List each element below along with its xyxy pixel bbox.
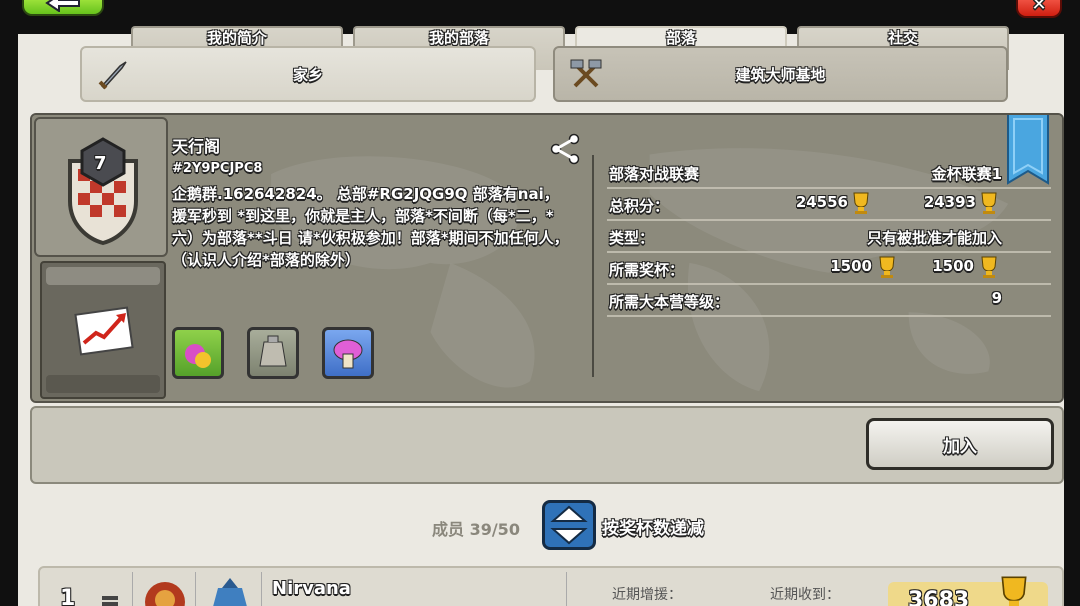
clan-description: 企鹅群.162642824。 总部#RG2JQG9Q 部落有nai，援军秒到 *… bbox=[172, 185, 569, 269]
info-divider bbox=[592, 155, 594, 377]
clan-stats-box[interactable] bbox=[40, 261, 166, 399]
clan-name: 天行阁 bbox=[172, 137, 221, 156]
clan-badge-box: 7 bbox=[34, 117, 168, 257]
builder-trophy-icon bbox=[981, 256, 997, 278]
required-townhall-value: 9 bbox=[991, 289, 1002, 307]
member-avatar-townhall bbox=[198, 572, 262, 606]
required-townhall-label: 所需大本营等级： bbox=[609, 293, 730, 311]
member-rank: 1 bbox=[60, 586, 76, 606]
rank-change-icon bbox=[102, 596, 118, 600]
trophy-icon bbox=[853, 192, 869, 214]
type-label: 类型： bbox=[609, 229, 655, 247]
close-icon: ✕ bbox=[1031, 0, 1047, 15]
member-trophies: 3683 bbox=[908, 588, 970, 606]
crossed-hammers-icon bbox=[570, 59, 602, 88]
sort-label: 按奖杯数递减 bbox=[602, 519, 704, 539]
required-trophies-label: 所需奖杯： bbox=[609, 261, 685, 279]
stats-chart-icon bbox=[74, 306, 134, 356]
builder-base-label: 建筑大师基地 bbox=[735, 65, 826, 84]
join-button[interactable]: 加入 bbox=[866, 418, 1054, 470]
recent-donated-label: 近期增援： bbox=[612, 587, 682, 603]
war-league-value: 金杯联赛1 bbox=[931, 165, 1002, 183]
sword-icon bbox=[98, 61, 127, 90]
trophy-icon bbox=[879, 256, 895, 278]
perk-elixir-icon[interactable] bbox=[172, 327, 224, 379]
close-button[interactable]: ✕ bbox=[1016, 0, 1062, 18]
points-builder: 24393 bbox=[923, 193, 976, 211]
points-label: 总积分： bbox=[609, 197, 670, 215]
row-divider bbox=[607, 219, 1051, 221]
member-trophy-box: 3683 bbox=[888, 576, 1048, 606]
row-divider bbox=[607, 187, 1051, 189]
required-trophies-builder: 1500 bbox=[932, 257, 974, 275]
back-button[interactable] bbox=[22, 0, 104, 16]
row-divider bbox=[607, 283, 1051, 285]
required-trophies-home: 1500 bbox=[830, 257, 872, 275]
member-divider bbox=[566, 572, 567, 606]
perk-mushroom-icon[interactable] bbox=[322, 327, 374, 379]
share-icon[interactable] bbox=[550, 133, 582, 165]
builder-base-button[interactable]: 建筑大师基地 bbox=[553, 46, 1008, 102]
war-league-banner-icon bbox=[1007, 115, 1049, 185]
member-name: Nirvana bbox=[272, 578, 351, 599]
sort-arrows-icon bbox=[550, 505, 588, 545]
war-league-label: 部落对战联赛 bbox=[609, 165, 700, 183]
row-divider bbox=[607, 251, 1051, 253]
home-village-label: 家乡 bbox=[292, 65, 323, 84]
perk-wall-icon[interactable] bbox=[247, 327, 299, 379]
arrow-left-icon bbox=[45, 0, 80, 12]
member-avatar-league bbox=[132, 572, 196, 606]
clan-level: 7 bbox=[94, 153, 107, 174]
members-count: 成员 39/50 bbox=[432, 520, 520, 539]
recent-received-label: 近期收到： bbox=[770, 587, 840, 603]
trophy-icon bbox=[1001, 576, 1027, 606]
builder-trophy-icon bbox=[981, 192, 997, 214]
sort-button[interactable] bbox=[542, 500, 596, 550]
clan-info-card: 7 天行阁 #2Y9PCJPC8 企鹅群.162642824。 总部#RG2JQ… bbox=[30, 113, 1064, 403]
join-label: 加入 bbox=[943, 436, 977, 457]
clan-tag: #2Y9PCJPC8 bbox=[172, 161, 263, 176]
row-divider bbox=[607, 315, 1051, 317]
points-home: 24556 bbox=[795, 193, 848, 211]
home-village-button[interactable]: 家乡 bbox=[80, 46, 536, 102]
type-value: 只有被批准才能加入 bbox=[866, 229, 1002, 247]
